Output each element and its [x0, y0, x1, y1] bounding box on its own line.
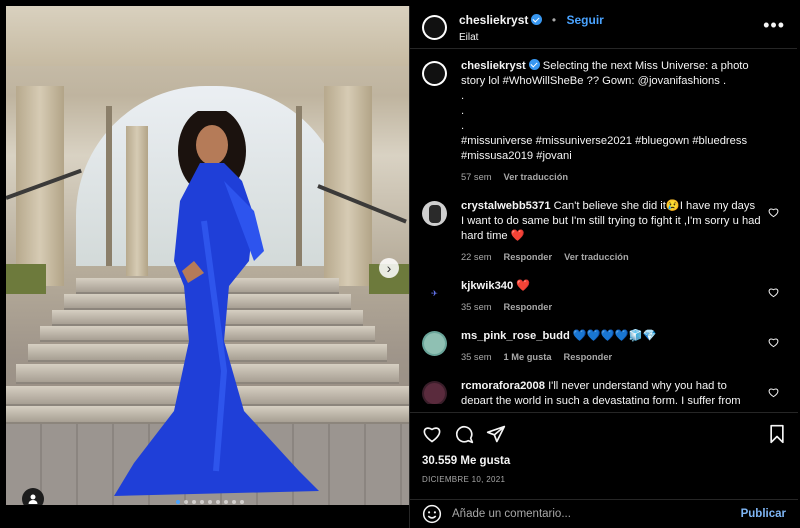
like-comment-heart-icon[interactable]	[768, 337, 779, 348]
post-date[interactable]: DICIEMBRE 10, 2021	[422, 475, 786, 484]
carousel-indicator	[176, 500, 244, 504]
comment-text: 💙💙💙💙🧊💎	[572, 330, 657, 342]
avatar[interactable]: ✈	[422, 281, 447, 306]
comment: ms_pink_rose_budd 💙💙💙💙🧊💎 35 sem 1 Me gus…	[422, 329, 785, 365]
caption-time[interactable]: 57 sem	[461, 170, 492, 185]
see-translation-button[interactable]: Ver traducción	[504, 170, 569, 185]
comment-bubble-icon[interactable]	[454, 424, 474, 444]
post-detail-panel: chesliekryst • Seguir Eilat ••• chesliek…	[409, 6, 798, 528]
caption-dot: .	[461, 90, 465, 102]
comment-time[interactable]: 35 sem	[461, 350, 492, 365]
follow-button[interactable]: Seguir	[567, 13, 604, 27]
caption-username[interactable]: chesliekryst	[461, 60, 526, 72]
comment-username[interactable]: rcmorafora2008	[461, 380, 545, 392]
comment: ✈ kjkwik340 ❤️ 35 sem Responder	[422, 279, 785, 315]
user-icon	[28, 494, 38, 504]
avatar[interactable]	[422, 381, 447, 404]
avatar[interactable]	[422, 201, 447, 226]
post-location[interactable]: Eilat	[459, 32, 604, 43]
comment: crystalwebb5371 Can't believe she did it…	[422, 199, 785, 265]
separator: •	[551, 13, 557, 27]
like-comment-heart-icon[interactable]	[768, 387, 779, 398]
photo-column-right	[324, 86, 372, 286]
save-bookmark-icon[interactable]	[768, 424, 786, 444]
avatar[interactable]	[422, 331, 447, 356]
share-send-icon[interactable]	[486, 424, 506, 444]
comments-list[interactable]: chesliekryst Selecting the next Miss Uni…	[410, 49, 797, 404]
tagged-users-button[interactable]	[22, 488, 44, 505]
see-translation-button[interactable]: Ver traducción	[564, 250, 629, 265]
caption-dot: .	[461, 120, 465, 132]
post-header: chesliekryst • Seguir Eilat •••	[410, 6, 797, 49]
like-comment-heart-icon[interactable]	[768, 287, 779, 298]
comment-username[interactable]: kjkwik340	[461, 280, 513, 292]
reply-button[interactable]: Responder	[564, 350, 613, 365]
photo-grass	[6, 264, 46, 294]
caption-dot: .	[461, 105, 465, 117]
more-options-icon[interactable]: •••	[763, 15, 785, 36]
comment-time[interactable]: 35 sem	[461, 300, 492, 315]
post-photo[interactable]: ›	[6, 6, 409, 505]
caption: chesliekryst Selecting the next Miss Uni…	[422, 59, 785, 185]
avatar[interactable]	[422, 14, 447, 40]
comment-username[interactable]: ms_pink_rose_budd	[461, 330, 570, 342]
next-photo-button[interactable]: ›	[379, 258, 399, 278]
comment-likes[interactable]: 1 Me gusta	[504, 350, 552, 365]
post-actions: 30.559 Me gusta DICIEMBRE 10, 2021	[410, 412, 798, 498]
verified-badge-icon	[531, 14, 543, 25]
photo-ceiling	[6, 6, 409, 66]
comment-text: ❤️	[516, 280, 531, 292]
caption-hashtags[interactable]: #missuniverse #missuniverse2021 #bluegow…	[461, 134, 761, 164]
verified-badge-icon	[528, 59, 540, 70]
like-comment-heart-icon[interactable]	[768, 207, 779, 218]
emoji-icon[interactable]	[422, 504, 442, 524]
like-heart-icon[interactable]	[422, 424, 442, 444]
comment-username[interactable]: crystalwebb5371	[461, 200, 551, 212]
publish-button[interactable]: Publicar	[741, 508, 786, 520]
reply-button[interactable]: Responder	[504, 250, 553, 265]
add-comment-input[interactable]: Añade un comentario...	[452, 508, 571, 520]
likes-count[interactable]: 30.559 Me gusta	[422, 455, 786, 467]
reply-button[interactable]: Responder	[504, 300, 553, 315]
comment: rcmorafora2008 I'll never understand why…	[422, 379, 785, 404]
add-comment-bar: Añade un comentario... Publicar	[410, 499, 798, 528]
comment-time[interactable]: 22 sem	[461, 250, 492, 265]
post-author-username[interactable]: chesliekryst	[459, 13, 528, 27]
avatar[interactable]	[422, 61, 447, 86]
woman-in-blue-gown	[114, 111, 319, 496]
